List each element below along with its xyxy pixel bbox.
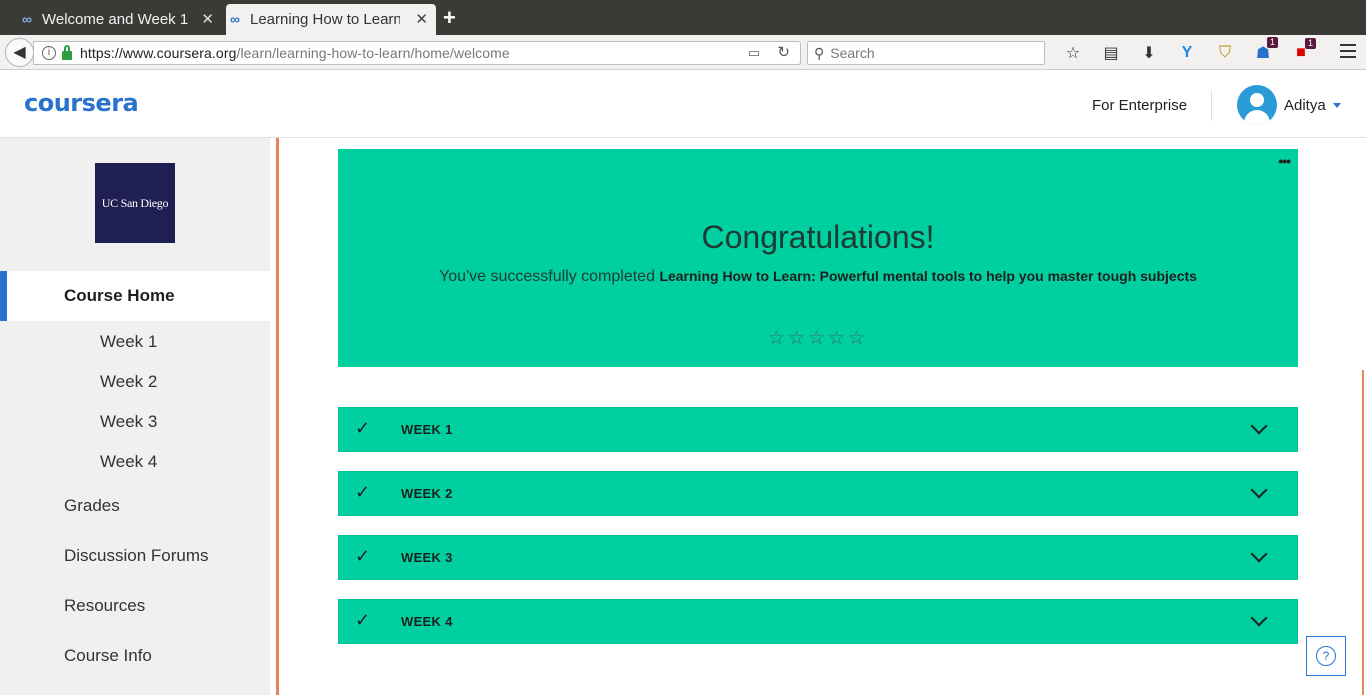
sidebar-item-grades[interactable]: Grades <box>0 490 270 522</box>
extension-badge: 1 <box>1266 37 1278 48</box>
coursera-logo[interactable]: coursera <box>24 89 139 117</box>
extension-shield-icon[interactable]: ⛉ <box>1206 44 1244 62</box>
sidebar-item-label: Discussion Forums <box>64 546 209 565</box>
chevron-down-icon[interactable] <box>1333 103 1341 108</box>
week-label: WEEK 1 <box>401 422 453 437</box>
sidebar-item-label: Grades <box>64 496 120 515</box>
scrollbar[interactable] <box>1362 370 1364 695</box>
hamburger-menu-icon[interactable] <box>1340 44 1356 58</box>
new-tab-button[interactable]: + <box>443 5 456 31</box>
chevron-down-icon[interactable] <box>1250 545 1268 563</box>
url-host: https://www.coursera.org <box>80 45 237 61</box>
sidebar-item-label: Week 1 <box>100 332 158 351</box>
sidebar-item-course-home[interactable]: Course Home <box>0 271 270 321</box>
download-icon[interactable]: ⬇ <box>1130 43 1168 63</box>
week-label: WEEK 2 <box>401 486 453 501</box>
tab-title: Welcome and Week 1 C <box>42 11 192 28</box>
browser-tabstrip: ∞ Welcome and Week 1 C ✕ ∞ Learning How … <box>0 0 1366 35</box>
reader-view-icon[interactable]: ▭ <box>748 45 760 61</box>
extension-y-icon[interactable]: Y <box>1168 44 1206 62</box>
coursera-favicon-icon: ∞ <box>22 11 32 27</box>
header-divider <box>1211 91 1212 121</box>
week-row-2[interactable]: ✓ WEEK 2 <box>338 471 1298 516</box>
week-label: WEEK 3 <box>401 550 453 565</box>
sidebar-item-week-2[interactable]: Week 2 <box>0 366 270 398</box>
extension-red-icon[interactable]: ■ 1 <box>1282 38 1320 62</box>
sidebar-item-course-info[interactable]: Course Info <box>0 640 270 672</box>
sidebar-item-discussion-forums[interactable]: Discussion Forums <box>0 540 270 572</box>
more-options-icon[interactable]: ••• <box>1278 153 1291 169</box>
sidebar-item-label: Week 2 <box>100 372 158 391</box>
chevron-down-icon[interactable] <box>1250 609 1268 627</box>
week-row-1[interactable]: ✓ WEEK 1 <box>338 407 1298 452</box>
sidebar-item-label: Week 3 <box>100 412 158 431</box>
reading-list-icon[interactable]: ▤ <box>1092 43 1130 63</box>
search-icon: ⚲ <box>814 44 825 61</box>
sidebar-item-week-3[interactable]: Week 3 <box>0 406 270 438</box>
for-enterprise-link[interactable]: For Enterprise <box>1092 97 1187 114</box>
bookmark-star-icon[interactable]: ☆ <box>1054 43 1092 63</box>
browser-navbar: ◀ i https://www.coursera.org/learn/learn… <box>0 35 1366 70</box>
info-icon[interactable]: i <box>42 46 56 60</box>
week-row-4[interactable]: ✓ WEEK 4 <box>338 599 1298 644</box>
congrats-title: Congratulations! <box>701 219 935 255</box>
reload-icon[interactable]: ↻ <box>777 43 790 61</box>
course-rating-stars[interactable]: ☆☆☆☆☆ <box>338 327 1298 350</box>
close-tab-icon[interactable]: ✕ <box>415 10 428 28</box>
search-input[interactable]: ⚲ Search <box>807 41 1045 65</box>
address-bar[interactable]: i https://www.coursera.org/learn/learnin… <box>33 41 801 65</box>
check-icon: ✓ <box>355 546 371 566</box>
extension-badge: 1 <box>1304 38 1316 49</box>
toolbar-icons: ☆ ▤ ⬇ Y ⛉ ☗ 1 ■ 1 <box>1054 37 1320 65</box>
sidebar-item-label: Course Home <box>64 286 175 305</box>
help-icon: ? <box>1316 646 1336 666</box>
tab-title: Learning How to Learn <box>250 11 400 28</box>
week-label: WEEK 4 <box>401 614 453 629</box>
browser-tab-welcome[interactable]: ∞ Welcome and Week 1 C ✕ <box>18 4 222 35</box>
check-icon: ✓ <box>355 610 371 630</box>
help-button[interactable]: ? <box>1306 636 1346 676</box>
week-row-3[interactable]: ✓ WEEK 3 <box>338 535 1298 580</box>
browser-tab-learning[interactable]: ∞ Learning How to Learn ✕ <box>226 4 436 35</box>
extension-ghost-icon[interactable]: ☗ 1 <box>1244 37 1282 63</box>
course-sidebar: UC San Diego Course Home Week 1 Week 2 W… <box>0 138 270 695</box>
site-header: coursera For Enterprise Aditya <box>0 71 1366 138</box>
subtitle-prefix: You've successfully completed <box>439 268 655 285</box>
user-name[interactable]: Aditya <box>1284 97 1326 114</box>
close-tab-icon[interactable]: ✕ <box>201 10 214 28</box>
congrats-subtitle: You've successfully completed Learning H… <box>338 268 1298 286</box>
sidebar-item-label: Week 4 <box>100 452 158 471</box>
congratulations-banner: ••• Congratulations! You've successfully… <box>338 149 1298 367</box>
sidebar-item-label: Resources <box>64 596 146 615</box>
lock-icon <box>62 44 72 60</box>
check-icon: ✓ <box>355 418 371 438</box>
url-text[interactable]: https://www.coursera.org/learn/learning-… <box>80 45 510 61</box>
ucsd-logo: UC San Diego <box>95 163 175 243</box>
sidebar-item-resources[interactable]: Resources <box>0 590 270 622</box>
course-name: Learning How to Learn: Powerful mental t… <box>659 268 1197 284</box>
url-path: /learn/learning-how-to-learn/home/welcom… <box>236 45 510 61</box>
chevron-down-icon[interactable] <box>1250 481 1268 499</box>
check-icon: ✓ <box>355 482 371 502</box>
coursera-favicon-icon: ∞ <box>230 11 240 27</box>
sidebar-item-week-1[interactable]: Week 1 <box>0 326 270 358</box>
sidebar-item-label: Course Info <box>64 646 152 665</box>
back-button[interactable]: ◀ <box>5 38 34 67</box>
search-placeholder: Search <box>830 45 875 61</box>
sidebar-item-week-4[interactable]: Week 4 <box>0 446 270 478</box>
chevron-down-icon[interactable] <box>1250 417 1268 435</box>
user-avatar-icon[interactable] <box>1237 85 1277 125</box>
